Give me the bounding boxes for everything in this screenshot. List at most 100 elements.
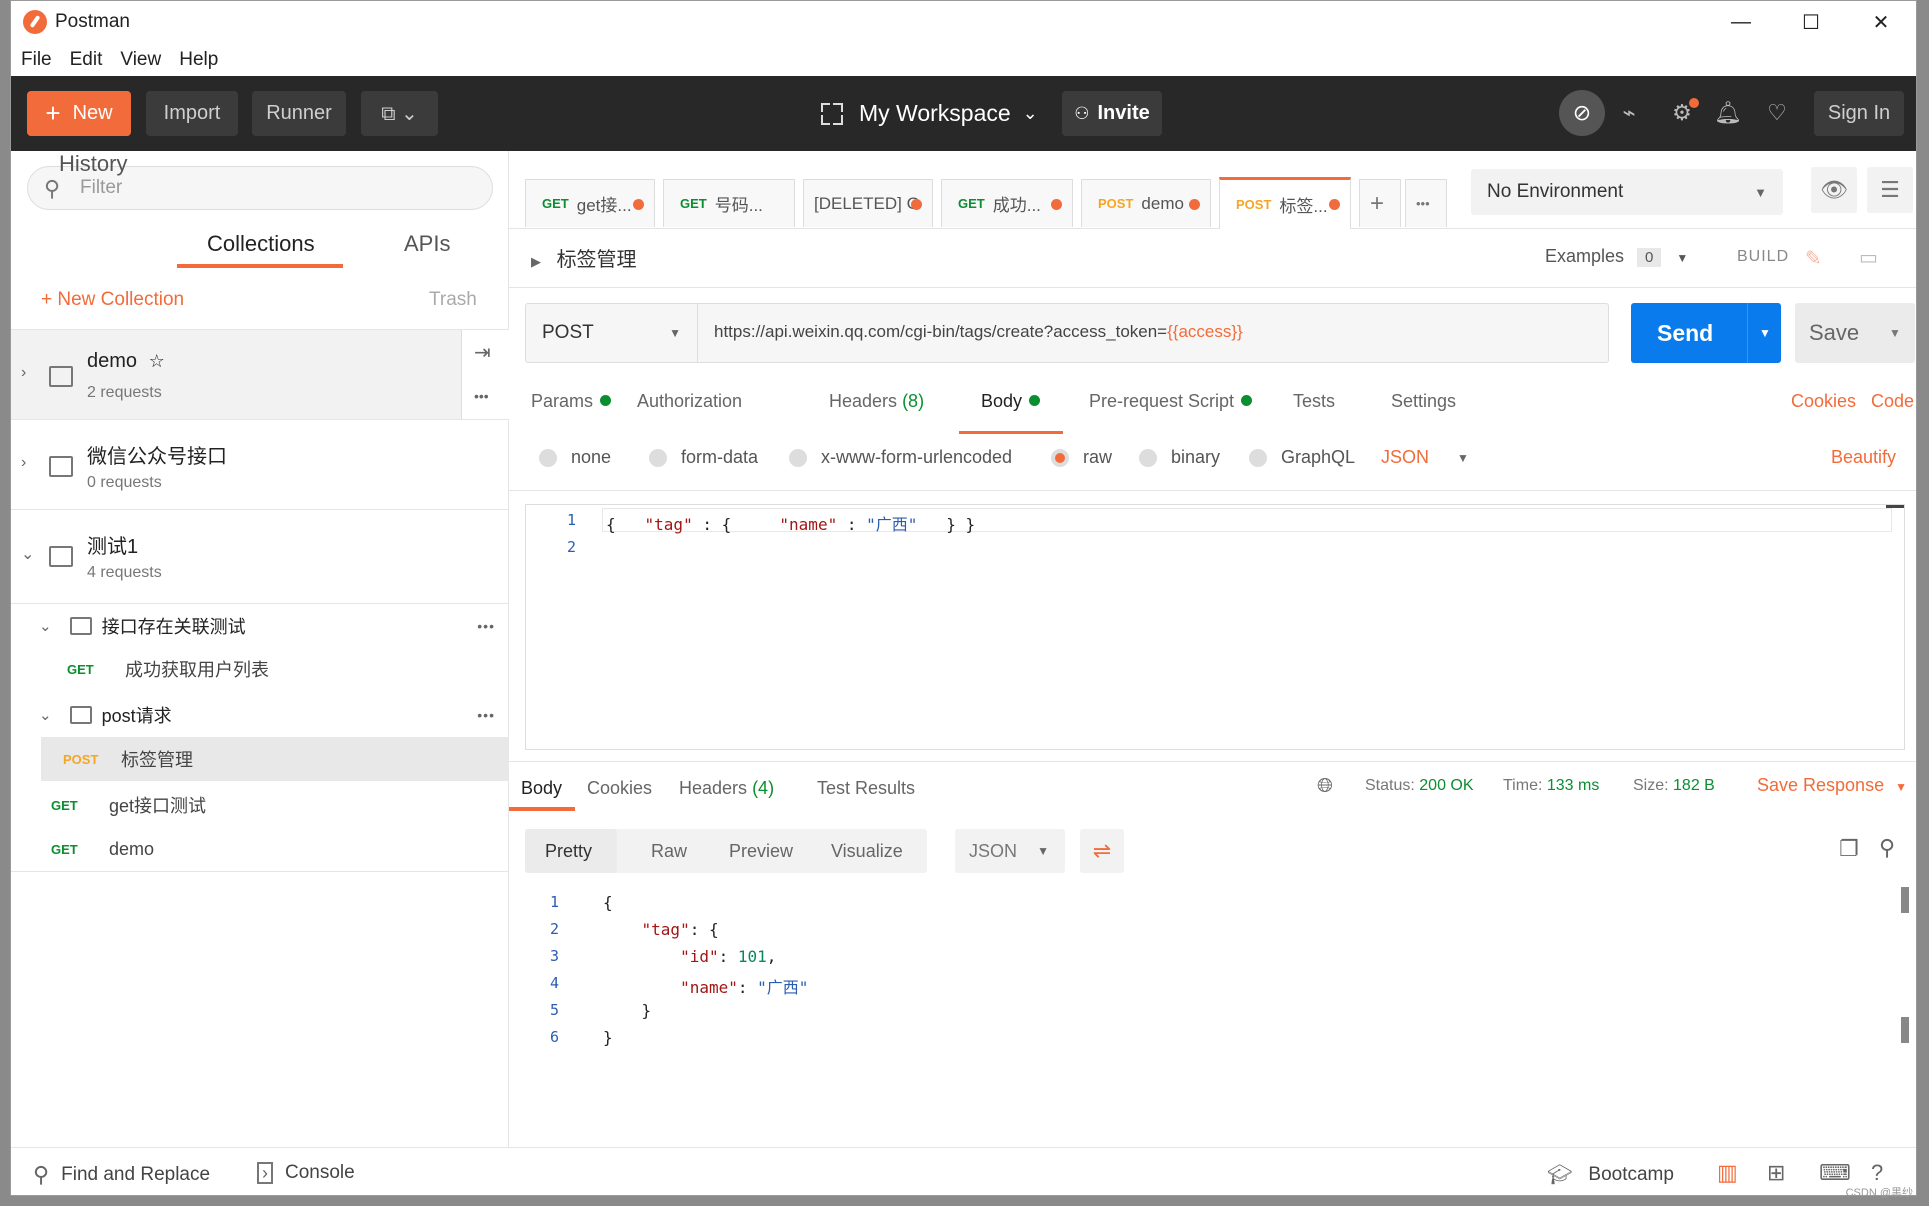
satellite-icon[interactable]: ⌁ xyxy=(1612,96,1646,130)
tab-settings[interactable]: Settings xyxy=(1391,391,1456,412)
tab-prerequest-script[interactable]: Pre-request Script xyxy=(1089,391,1253,412)
beautify-button[interactable]: Beautify xyxy=(1831,447,1896,468)
environment-select[interactable]: No Environment ▼ xyxy=(1471,169,1783,215)
close-icon[interactable]: ✕ xyxy=(1846,1,1916,43)
tab-tests[interactable]: Tests xyxy=(1293,391,1335,412)
more-options-icon[interactable]: ••• xyxy=(477,707,495,723)
method-select[interactable]: POST ▼ xyxy=(526,304,698,362)
search-icon[interactable]: ⚲ xyxy=(1879,835,1895,861)
caret-down-icon[interactable]: ▼ xyxy=(1759,326,1771,340)
workspace-switcher[interactable]: My Workspace ⌄ xyxy=(821,91,1038,136)
add-tab-icon[interactable]: + xyxy=(1359,179,1401,227)
request-item[interactable]: GET demo xyxy=(11,827,509,871)
radio-raw[interactable]: raw xyxy=(1051,447,1112,468)
url-input[interactable]: https://api.weixin.qq.com/cgi-bin/tags/c… xyxy=(714,322,1243,342)
view-visualize[interactable]: Visualize xyxy=(831,841,903,862)
collection-item-wechat[interactable]: › 微信公众号接口 0 requests xyxy=(11,419,509,509)
radio-none[interactable]: none xyxy=(539,447,611,468)
request-tab-active[interactable]: POST 标签... xyxy=(1219,177,1351,229)
save-response-button[interactable]: Save Response ▼ xyxy=(1757,775,1907,796)
invite-button[interactable]: ⚇ Invite xyxy=(1062,91,1162,136)
copy-icon[interactable]: ❐ xyxy=(1839,836,1859,862)
tab-response-headers[interactable]: Headers (4) xyxy=(679,778,774,799)
tab-test-results[interactable]: Test Results xyxy=(817,778,915,799)
layout-icon[interactable]: ⊞ xyxy=(1767,1160,1785,1186)
collection-item-test1[interactable]: ⌄ 测试1 4 requests xyxy=(11,509,509,599)
scrollbar-thumb[interactable] xyxy=(1901,887,1909,913)
pencil-icon[interactable]: ✎ xyxy=(1805,246,1822,271)
request-tab[interactable]: GET 号码... xyxy=(663,179,795,227)
menu-file[interactable]: File xyxy=(21,49,52,71)
radio-binary[interactable]: binary xyxy=(1139,447,1220,468)
trash-link[interactable]: Trash xyxy=(429,289,477,311)
menu-help[interactable]: Help xyxy=(179,49,218,71)
code-link[interactable]: Code xyxy=(1871,391,1914,412)
body-format-select[interactable]: JSON ▼ xyxy=(1381,447,1469,468)
find-replace-button[interactable]: ⚲ Find and Replace xyxy=(33,1162,210,1188)
more-options-icon[interactable]: ••• xyxy=(477,618,495,634)
new-collection-button[interactable]: + New Collection xyxy=(41,289,184,311)
folder-item[interactable]: ⌄ 接口存在关联测试 ••• xyxy=(11,603,509,647)
save-button[interactable]: Save ▼ xyxy=(1795,303,1915,363)
runner-button[interactable]: Runner xyxy=(252,91,346,136)
more-options-icon[interactable]: ••• xyxy=(474,388,489,404)
scrollbar-thumb[interactable] xyxy=(1901,1017,1909,1043)
keyboard-shortcuts-icon[interactable]: ⌨ xyxy=(1819,1160,1851,1186)
request-body-editor[interactable]: 1 2 { "tag" : { "name" : "广西" } } xyxy=(525,504,1905,750)
tab-response-body[interactable]: Body xyxy=(521,778,562,799)
share-collection-icon[interactable]: ⇥ xyxy=(474,340,491,365)
build-mode-label[interactable]: BUILD xyxy=(1737,248,1789,266)
sync-off-icon[interactable]: ⊘ xyxy=(1559,90,1605,136)
environment-settings-icon[interactable]: ☰ xyxy=(1867,167,1913,213)
minimize-icon[interactable]: — xyxy=(1706,1,1776,43)
menu-view[interactable]: View xyxy=(120,49,161,71)
tab-params[interactable]: Params xyxy=(531,391,612,412)
eye-icon[interactable]: 👁︎ xyxy=(1811,167,1857,213)
radio-graphql[interactable]: GraphQL xyxy=(1249,447,1355,468)
request-name-header[interactable]: ▶ 标签管理 xyxy=(531,243,637,272)
tab-apis[interactable]: APIs xyxy=(404,231,450,257)
request-item[interactable]: GET 成功获取用户列表 xyxy=(11,647,509,691)
tab-headers[interactable]: Headers (8) xyxy=(829,391,924,412)
two-pane-view-icon[interactable]: ▥ xyxy=(1717,1160,1738,1186)
tab-response-cookies[interactable]: Cookies xyxy=(587,778,652,799)
more-tabs-icon[interactable]: ••• xyxy=(1405,179,1447,227)
new-button[interactable]: + New xyxy=(27,91,131,136)
star-icon[interactable]: ☆ xyxy=(149,351,165,371)
radio-form-data[interactable]: form-data xyxy=(649,447,758,468)
import-button[interactable]: Import xyxy=(146,91,238,136)
examples-dropdown[interactable]: Examples 0 ▼ xyxy=(1545,246,1688,267)
caret-down-icon[interactable]: ▼ xyxy=(1889,326,1901,340)
wrap-lines-icon[interactable]: ⇌ xyxy=(1080,829,1124,873)
view-preview[interactable]: Preview xyxy=(729,841,793,862)
bootcamp-button[interactable]: 🎓︎ Bootcamp xyxy=(1547,1162,1674,1187)
folder-item[interactable]: ⌄ post请求 ••• xyxy=(11,693,509,737)
collection-item-demo[interactable]: › demo ☆ 2 requests ⇥ ••• xyxy=(11,329,509,420)
response-format-select[interactable]: JSON ▼ xyxy=(955,829,1065,873)
request-tab[interactable]: GET 成功... xyxy=(941,179,1073,227)
menu-edit[interactable]: Edit xyxy=(70,49,103,71)
tab-history[interactable]: History xyxy=(59,151,127,177)
radio-urlencoded[interactable]: x-www-form-urlencoded xyxy=(789,447,1012,468)
console-button[interactable]: › Console xyxy=(257,1162,355,1184)
request-tab[interactable]: POST demo xyxy=(1081,179,1211,227)
heart-icon[interactable]: ♡ xyxy=(1760,96,1794,130)
bell-icon[interactable]: 🔔︎ xyxy=(1711,96,1745,130)
new-window-button[interactable]: ⧉ ⌄ xyxy=(361,91,438,136)
comments-icon[interactable]: ▭ xyxy=(1859,245,1878,270)
maximize-icon[interactable]: ☐ xyxy=(1776,1,1846,43)
view-pretty[interactable]: Pretty xyxy=(545,841,592,862)
tab-authorization[interactable]: Authorization xyxy=(637,391,742,412)
scrollbar[interactable] xyxy=(1886,505,1904,511)
globe-icon[interactable]: 🌐︎ xyxy=(1317,775,1333,798)
request-tab[interactable]: [DELETED] G xyxy=(803,179,933,227)
help-icon[interactable]: ? xyxy=(1871,1160,1883,1186)
cookies-link[interactable]: Cookies xyxy=(1791,391,1856,412)
request-item-selected[interactable]: POST 标签管理 xyxy=(41,737,509,781)
signin-button[interactable]: Sign In xyxy=(1814,91,1904,136)
view-raw[interactable]: Raw xyxy=(651,841,687,862)
request-tab[interactable]: GET get接... xyxy=(525,179,655,227)
tab-body[interactable]: Body xyxy=(981,391,1041,412)
tab-collections[interactable]: Collections xyxy=(207,231,315,257)
response-body-viewer[interactable]: 1 2 3 4 5 6 { "tag": { "id": 101, "name"… xyxy=(509,887,1916,1127)
